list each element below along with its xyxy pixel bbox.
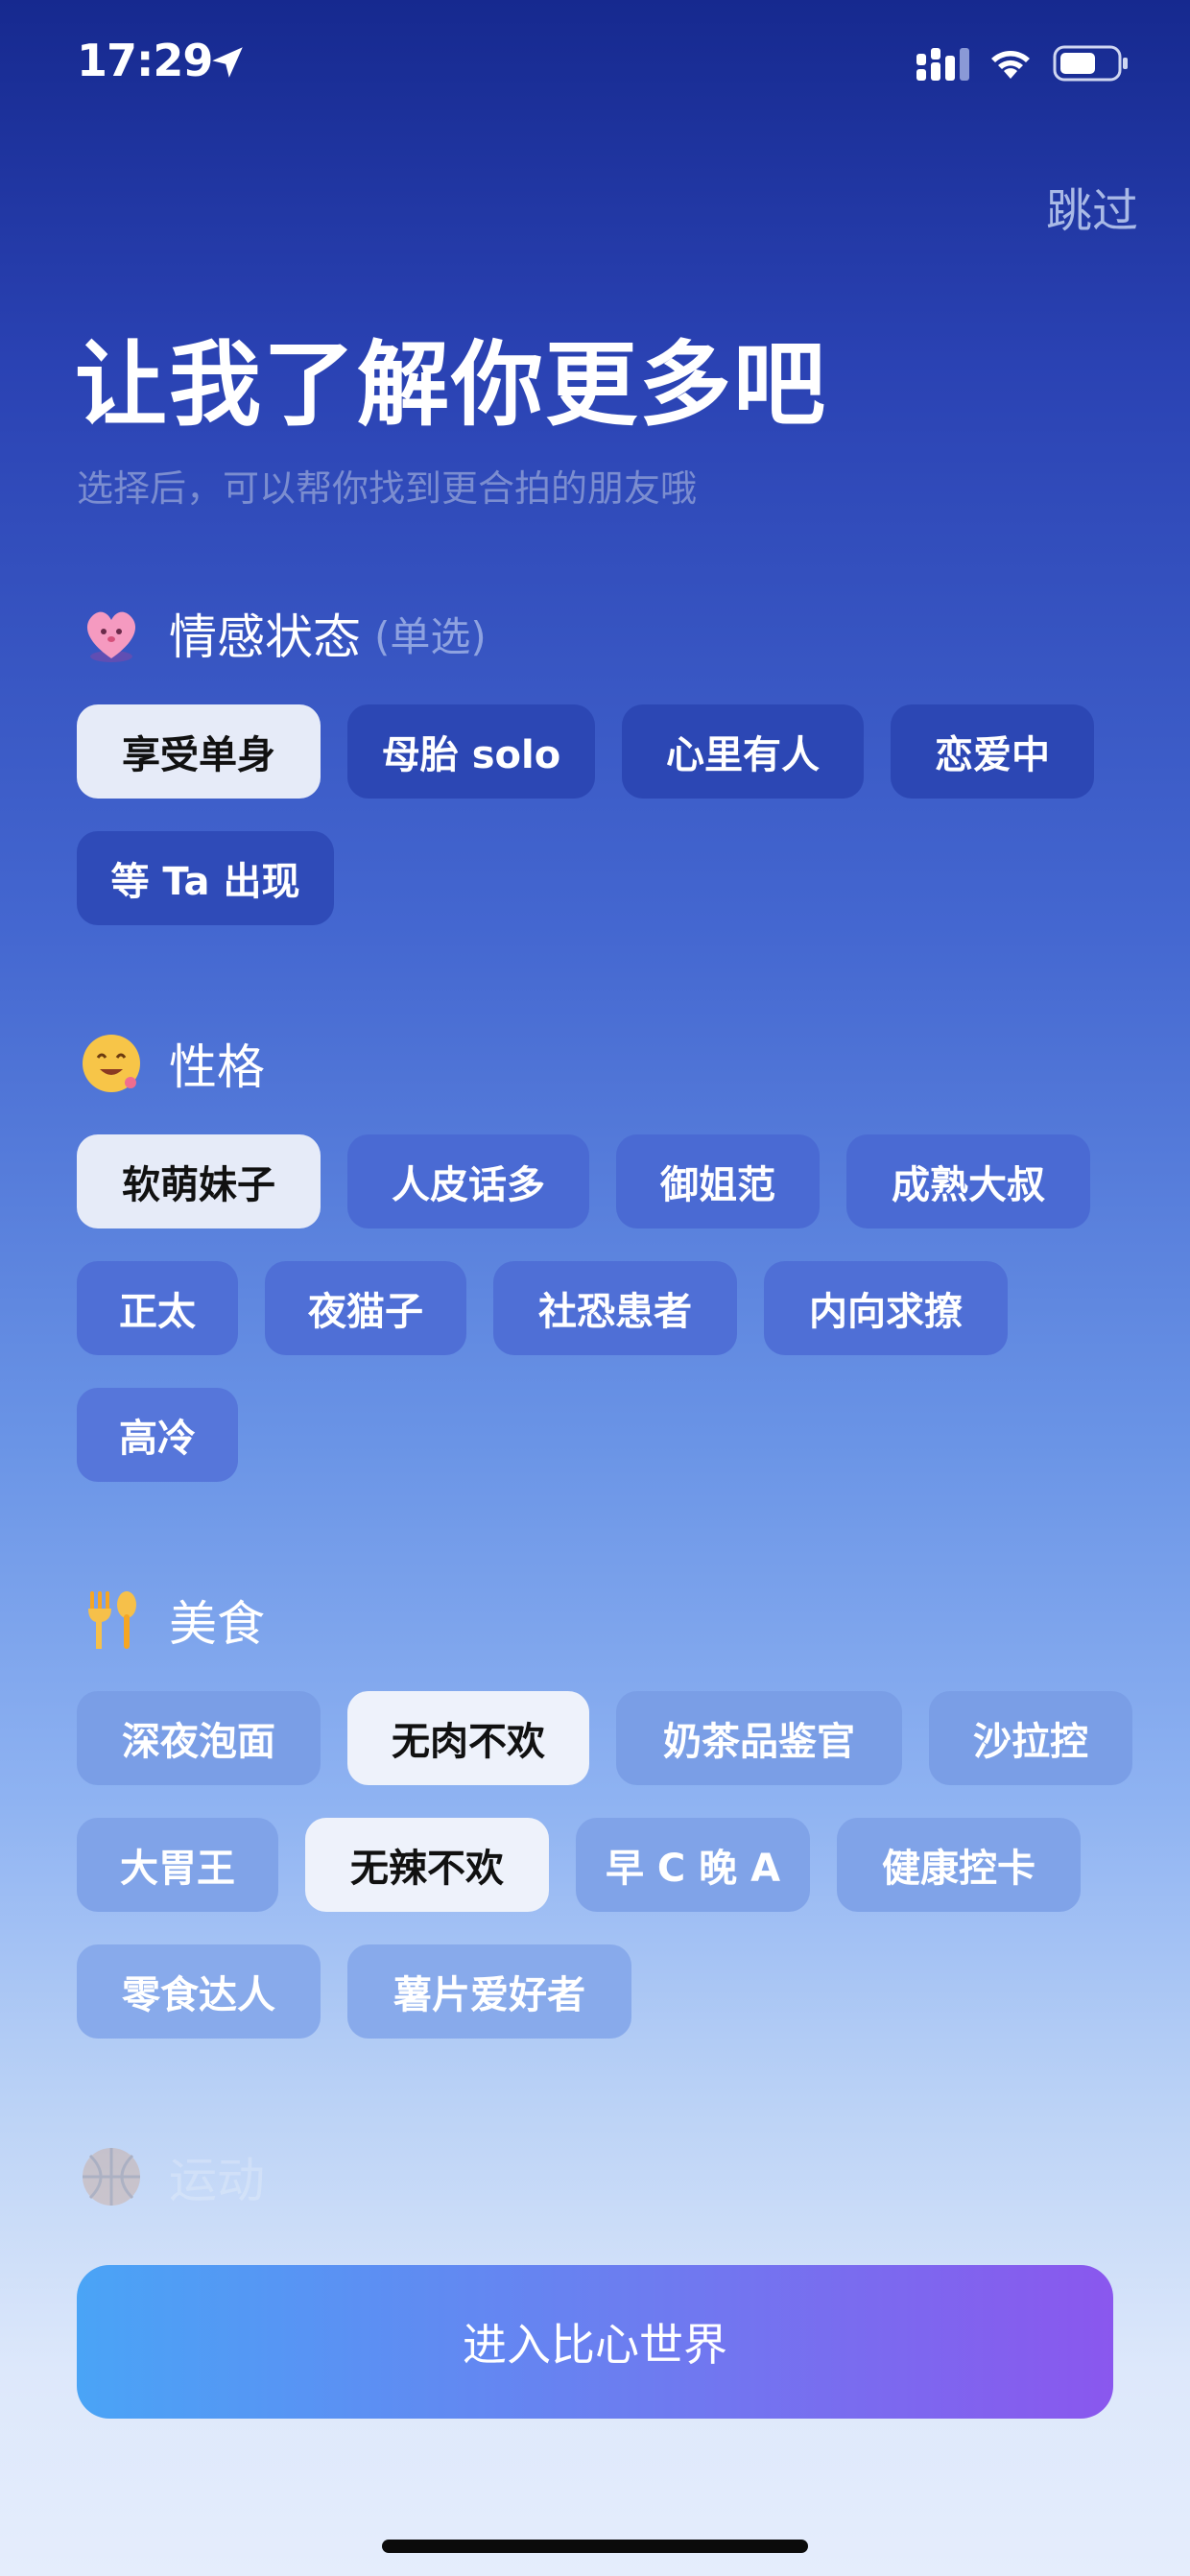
- tag-salad-fan[interactable]: 沙拉控: [929, 1691, 1132, 1785]
- section-food-header: 美食: [77, 1582, 265, 1658]
- section-emotion-title: 情感状态: [169, 609, 361, 665]
- tag-queen-style[interactable]: 御姐范: [616, 1134, 820, 1228]
- tag-night-owl[interactable]: 夜猫子: [265, 1261, 466, 1355]
- section-sports-header: 运动: [77, 2138, 265, 2215]
- tag-talkative[interactable]: 人皮话多: [347, 1134, 589, 1228]
- tag-snack-master[interactable]: 零食达人: [77, 1944, 321, 2039]
- tag-never-dated[interactable]: 母胎 solo: [347, 704, 595, 799]
- tag-mature-uncle[interactable]: 成熟大叔: [846, 1134, 1090, 1228]
- tag-aloof[interactable]: 高冷: [77, 1388, 238, 1482]
- tag-meat-lover[interactable]: 无肉不欢: [347, 1691, 589, 1785]
- enter-world-button[interactable]: 进入比心世界: [77, 2265, 1113, 2419]
- tag-spicy-lover[interactable]: 无辣不欢: [305, 1818, 549, 1912]
- battery-icon: [1053, 45, 1128, 82]
- section-personality-header: 性格: [77, 1025, 265, 1102]
- smiley-face-icon: [83, 1035, 140, 1092]
- tag-chips-lover[interactable]: 薯片爱好者: [347, 1944, 631, 2039]
- tag-calorie-control[interactable]: 健康控卡: [837, 1818, 1081, 1912]
- tag-big-eater[interactable]: 大胃王: [77, 1818, 278, 1912]
- fork-spoon-icon: [88, 1591, 136, 1649]
- tag-young-boy[interactable]: 正太: [77, 1261, 238, 1355]
- tag-social-anxiety[interactable]: 社恐患者: [493, 1261, 737, 1355]
- tag-coffee-alcohol[interactable]: 早 C 晚 A: [576, 1818, 810, 1912]
- skip-button[interactable]: 跳过: [1046, 173, 1138, 240]
- tag-cute-girl[interactable]: 软萌妹子: [77, 1134, 321, 1228]
- section-emotion-note: (单选): [374, 612, 487, 660]
- page-title: 让我了解你更多吧: [75, 331, 827, 439]
- tag-milk-tea-expert[interactable]: 奶茶品鉴官: [616, 1691, 902, 1785]
- tag-have-someone[interactable]: 心里有人: [622, 704, 864, 799]
- tag-waiting[interactable]: 等 Ta 出现: [77, 831, 334, 925]
- section-personality-title: 性格: [169, 1039, 265, 1095]
- section-food-title: 美食: [169, 1596, 265, 1652]
- status-bar: 17:29: [0, 0, 1190, 134]
- tag-introvert[interactable]: 内向求撩: [764, 1261, 1008, 1355]
- signal-icon: [916, 48, 969, 81]
- tag-enjoy-single[interactable]: 享受单身: [77, 704, 321, 799]
- location-arrow-icon: [212, 47, 243, 78]
- page-subtitle: 选择后，可以帮你找到更合拍的朋友哦: [77, 467, 698, 510]
- section-emotion-header: 情感状态 (单选): [77, 595, 487, 672]
- home-indicator: [382, 2540, 808, 2553]
- wifi-icon: [991, 51, 1030, 79]
- basketball-icon: [83, 2148, 140, 2206]
- tag-late-night-noodles[interactable]: 深夜泡面: [77, 1691, 321, 1785]
- status-time: 17:29: [77, 35, 213, 86]
- heart-face-icon: [86, 611, 136, 662]
- section-sports-title: 运动: [169, 2153, 265, 2208]
- tag-in-love[interactable]: 恋爱中: [891, 704, 1094, 799]
